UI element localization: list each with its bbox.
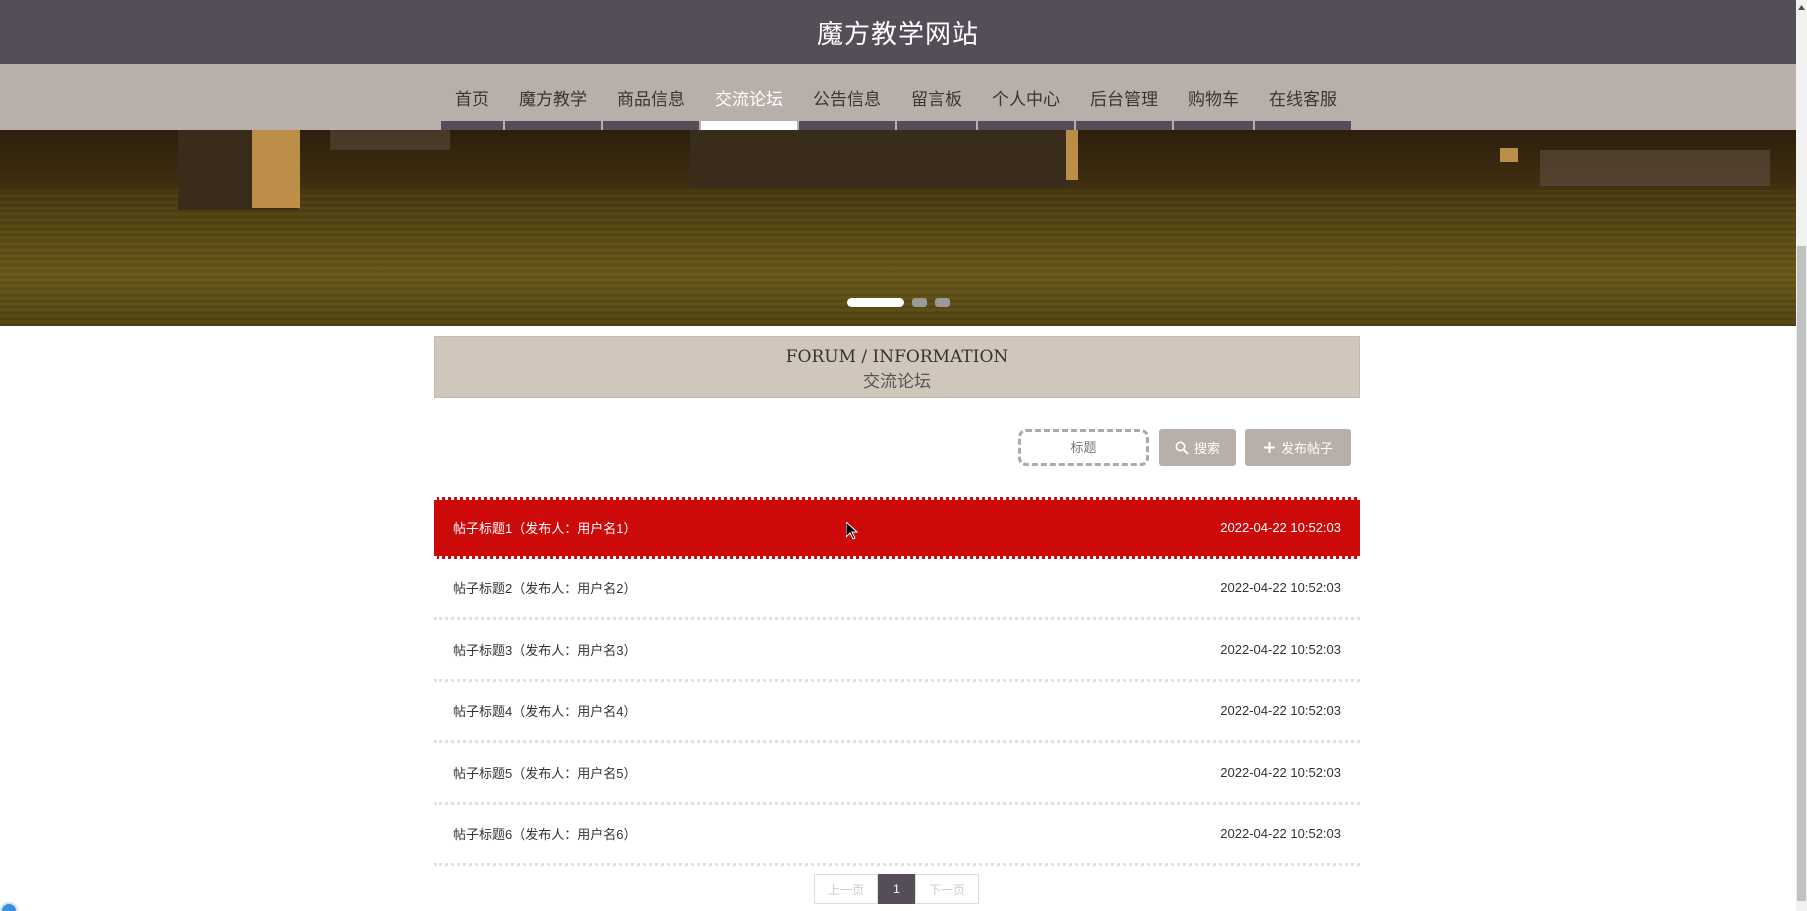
plus-icon: [1263, 442, 1275, 453]
post-time: 2022-04-22 10:52:03: [1220, 703, 1341, 719]
section-title-zh: 交流论坛: [863, 372, 931, 392]
nav-label: 留言板: [911, 89, 962, 110]
nav-label: 商品信息: [617, 89, 685, 110]
next-page-button[interactable]: 下一页: [915, 874, 979, 904]
post-title: 帖子标题5（发布人：用户名5）: [453, 765, 637, 781]
nav-underline: [897, 121, 976, 130]
nav-item-online-service[interactable]: 在线客服: [1254, 64, 1352, 130]
nav-underline: [505, 121, 601, 130]
nav-label: 购物车: [1188, 89, 1239, 110]
post-title: 帖子标题1（发布人：用户名1）: [453, 521, 637, 537]
post-title: 帖子标题3（发布人：用户名3）: [453, 642, 637, 658]
post-time: 2022-04-22 10:52:03: [1220, 826, 1341, 842]
banner-boat: [330, 130, 450, 150]
search-icon: [1175, 441, 1189, 455]
section-heading: FORUM / INFORMATION 交流论坛: [434, 336, 1360, 398]
banner-light: [1500, 148, 1518, 162]
search-button[interactable]: 搜索: [1159, 429, 1236, 466]
nav-underline: [441, 121, 503, 130]
banner-light: [1066, 130, 1078, 180]
nav-item-products[interactable]: 商品信息: [602, 64, 700, 130]
post-row[interactable]: 帖子标题2（发布人：用户名2） 2022-04-22 10:52:03: [434, 559, 1360, 620]
page-number-button[interactable]: 1: [878, 874, 915, 904]
carousel-dot[interactable]: [912, 298, 927, 307]
nav-underline: [978, 121, 1074, 130]
title-search-input[interactable]: [1018, 429, 1149, 466]
post-title: 帖子标题4（发布人：用户名4）: [453, 704, 637, 720]
carousel-dot[interactable]: [847, 298, 904, 307]
banner-light: [252, 130, 300, 208]
nav-label: 魔方教学: [519, 89, 587, 110]
banner-carousel: [0, 130, 1796, 326]
prev-page-button[interactable]: 上一页: [814, 874, 878, 904]
nav-label: 在线客服: [1269, 89, 1337, 110]
post-time: 2022-04-22 10:52:03: [1220, 641, 1341, 657]
post-time: 2022-04-22 10:52:03: [1220, 520, 1341, 536]
nav-underline: [1076, 121, 1172, 130]
add-post-button[interactable]: 发布帖子: [1245, 429, 1351, 466]
nav-label: 后台管理: [1090, 89, 1158, 110]
nav-underline: [1174, 121, 1253, 130]
post-time: 2022-04-22 10:52:03: [1220, 580, 1341, 596]
nav-underline: [1255, 121, 1351, 130]
banner-pillar: [690, 130, 1070, 188]
site-header: 魔方教学网站: [0, 0, 1796, 64]
post-row[interactable]: 帖子标题1（发布人：用户名1） 2022-04-22 10:52:03: [434, 497, 1360, 559]
mouse-cursor-icon: [846, 522, 858, 540]
post-row[interactable]: 帖子标题5（发布人：用户名5） 2022-04-22 10:52:03: [434, 743, 1360, 805]
post-title: 帖子标题2（发布人：用户名2）: [453, 581, 637, 597]
add-post-button-label: 发布帖子: [1280, 442, 1333, 457]
scrollbar-thumb[interactable]: [1797, 246, 1806, 901]
post-list: 帖子标题1（发布人：用户名1） 2022-04-22 10:52:03 帖子标题…: [434, 497, 1360, 866]
nav-item-message-board[interactable]: 留言板: [896, 64, 977, 130]
nav-item-forum[interactable]: 交流论坛: [700, 64, 798, 130]
vertical-scrollbar[interactable]: [1796, 0, 1807, 911]
nav-label: 首页: [455, 89, 489, 110]
nav-underline: [799, 121, 895, 130]
site-title: 魔方教学网站: [816, 19, 979, 50]
carousel-dot[interactable]: [935, 298, 950, 307]
nav-item-home[interactable]: 首页: [440, 64, 504, 130]
nav-label: 公告信息: [813, 89, 881, 110]
nav-item-cart[interactable]: 购物车: [1173, 64, 1254, 130]
nav-item-personal-center[interactable]: 个人中心: [977, 64, 1075, 130]
floating-chat-icon[interactable]: [0, 902, 18, 911]
nav-item-admin[interactable]: 后台管理: [1075, 64, 1173, 130]
nav-label: 交流论坛: [715, 89, 783, 110]
main-nav: 首页 魔方教学 商品信息 交流论坛 公告信息 留言板 个人中心 后台管理 购物车…: [0, 64, 1796, 130]
banner-boat: [1540, 150, 1770, 186]
nav-item-cube-teaching[interactable]: 魔方教学: [504, 64, 602, 130]
search-button-label: 搜索: [1193, 442, 1220, 457]
post-row[interactable]: 帖子标题4（发布人：用户名4） 2022-04-22 10:52:03: [434, 682, 1360, 743]
nav-item-announcements[interactable]: 公告信息: [798, 64, 896, 130]
post-row[interactable]: 帖子标题3（发布人：用户名3） 2022-04-22 10:52:03: [434, 620, 1360, 682]
section-title-en: FORUM / INFORMATION: [785, 347, 1009, 367]
carousel-indicators: [847, 298, 950, 307]
post-time: 2022-04-22 10:52:03: [1220, 764, 1341, 780]
nav-underline: [701, 121, 797, 130]
nav-underline: [603, 121, 699, 130]
post-row[interactable]: 帖子标题6（发布人：用户名6） 2022-04-22 10:52:03: [434, 805, 1360, 866]
pagination: 上一页 1 下一页: [814, 874, 979, 904]
scroll-up-arrow-icon[interactable]: [1796, 0, 1807, 14]
post-title: 帖子标题6（发布人：用户名6）: [453, 827, 637, 843]
nav-label: 个人中心: [992, 89, 1060, 110]
nav-list: 首页 魔方教学 商品信息 交流论坛 公告信息 留言板 个人中心 后台管理 购物车…: [440, 64, 1352, 130]
